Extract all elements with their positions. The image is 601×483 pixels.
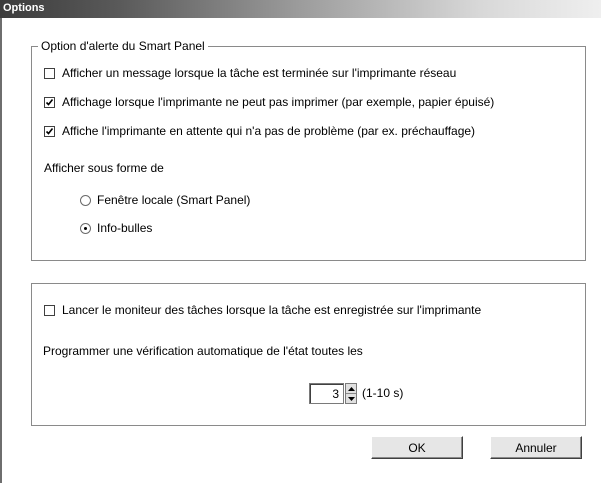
checkmark-icon [45,127,54,135]
cannot-print-checkbox[interactable] [44,96,55,108]
window-left-edge [0,0,2,483]
launch-monitor-label: Lancer le moniteur des tâches lorsque la… [62,303,482,317]
local-window-label: Fenêtre locale (Smart Panel) [97,193,251,207]
cannot-print-label: Affichage lorsque l'imprimante ne peut p… [62,95,495,109]
interval-spinner-buttons [345,383,357,404]
schedule-label: Programmer une vérification automatique … [43,344,363,358]
checkbox-row-job-complete[interactable]: Afficher un message lorsque la tâche est… [44,66,456,80]
alert-options-legend: Option d'alerte du Smart Panel [38,39,208,53]
interval-range-row: (1-10 s) [362,386,403,400]
display-as-label-row: Afficher sous forme de [44,161,164,175]
ok-button-label: OK [408,440,426,455]
launch-monitor-checkbox[interactable] [44,304,55,316]
job-complete-checkbox[interactable] [44,67,55,79]
tooltips-label: Info-bulles [97,221,153,235]
display-as-label: Afficher sous forme de [44,161,164,175]
checkbox-row-launch-monitor[interactable]: Lancer le moniteur des tâches lorsque la… [44,303,481,317]
spinner-up-button[interactable] [346,384,356,394]
tooltips-radio[interactable] [80,222,91,234]
arrow-up-icon [347,386,355,391]
title-bar[interactable]: Options [0,0,601,18]
spinner-down-button[interactable] [346,394,356,403]
checkmark-icon [45,98,54,106]
waiting-printer-label: Affiche l'imprimante en attente qui n'a … [62,124,476,138]
radio-row-tooltips[interactable]: Info-bulles [80,221,152,235]
cancel-button[interactable]: Annuler [490,436,582,459]
ok-button[interactable]: OK [371,436,463,459]
window-title: Options [3,2,45,14]
arrow-down-icon [347,396,355,401]
job-complete-label: Afficher un message lorsque la tâche est… [62,66,457,80]
interval-range-label: (1-10 s) [362,386,404,400]
radio-row-local-window[interactable]: Fenêtre locale (Smart Panel) [80,193,250,207]
checkbox-row-cannot-print[interactable]: Affichage lorsque l'imprimante ne peut p… [44,95,494,109]
checkbox-row-waiting-printer[interactable]: Affiche l'imprimante en attente qui n'a … [44,124,475,138]
local-window-radio[interactable] [80,194,91,206]
waiting-printer-checkbox[interactable] [44,125,55,137]
radio-selected-dot [84,226,87,230]
interval-value: 3 [332,387,339,401]
cancel-button-label: Annuler [515,440,557,455]
schedule-label-row: Programmer une vérification automatique … [43,344,363,358]
interval-spinner-input[interactable]: 3 [309,383,344,404]
